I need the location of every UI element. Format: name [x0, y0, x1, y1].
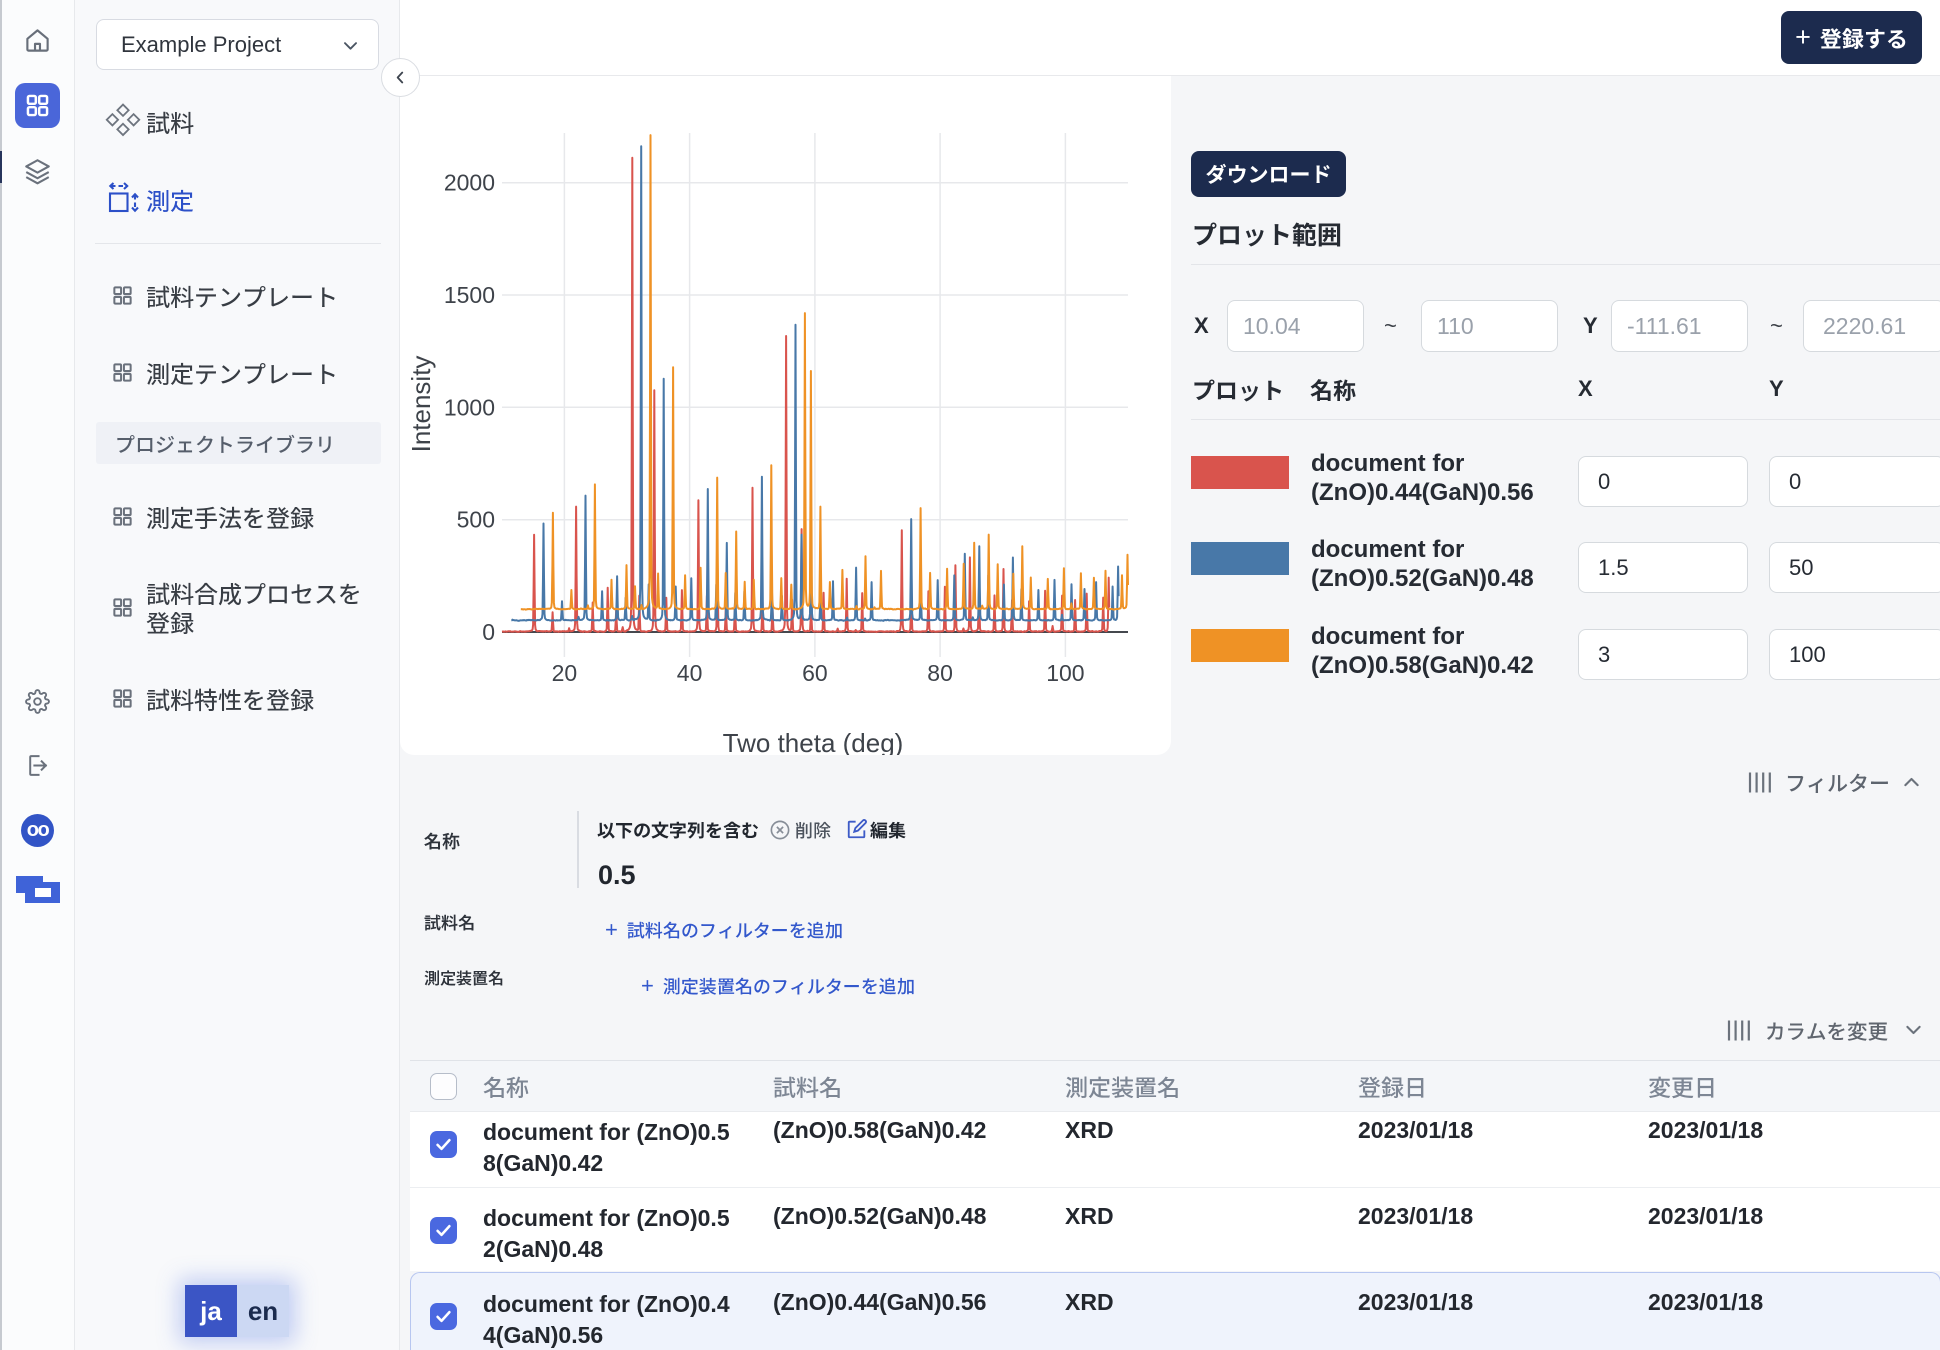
svg-text:40: 40: [677, 654, 703, 688]
svg-text:Intensity: Intensity: [401, 356, 438, 453]
svg-text:60: 60: [802, 654, 828, 688]
svg-text:1500: 1500: [444, 276, 495, 310]
svg-text:100: 100: [1046, 654, 1084, 688]
svg-text:1000: 1000: [444, 388, 495, 422]
svg-text:500: 500: [457, 501, 495, 535]
svg-text:Two theta (deg): Two theta (deg): [723, 723, 904, 755]
svg-text:0: 0: [482, 613, 495, 647]
svg-text:80: 80: [927, 654, 953, 688]
svg-text:20: 20: [552, 654, 578, 688]
svg-text:2000: 2000: [444, 164, 495, 198]
